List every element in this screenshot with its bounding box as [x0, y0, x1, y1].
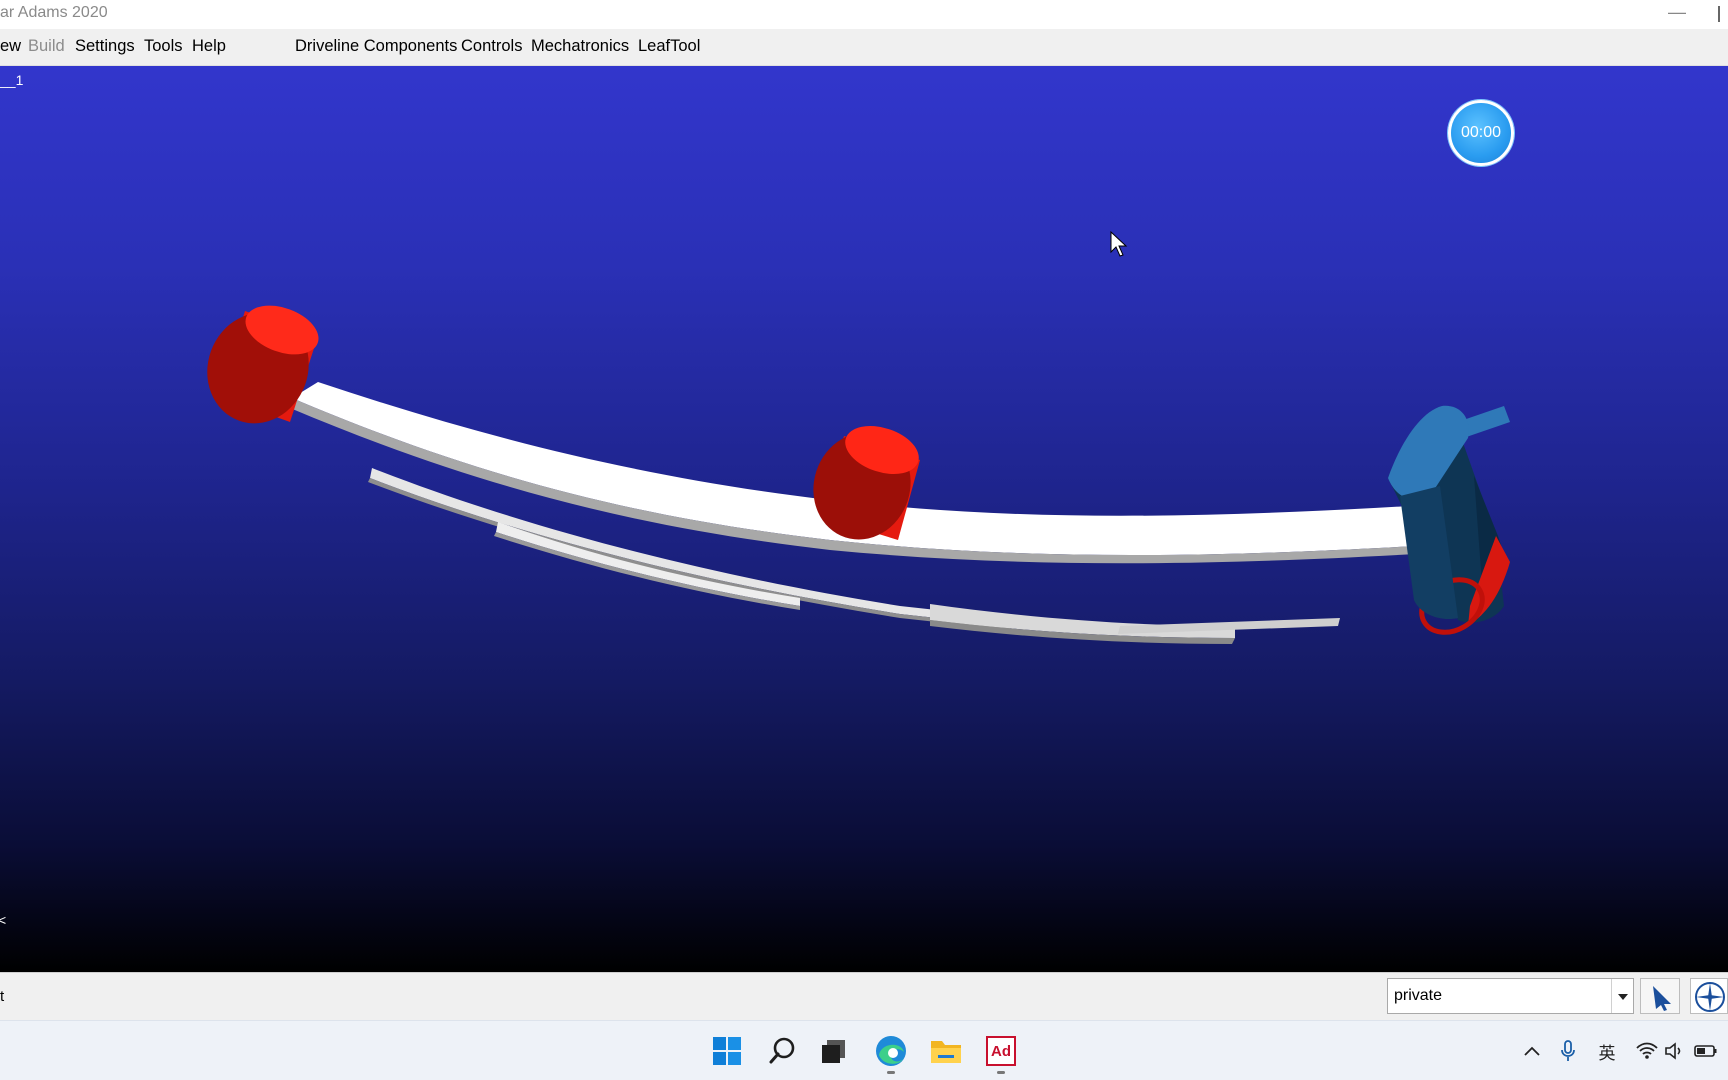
task-view-icon[interactable] — [815, 1032, 853, 1070]
microphone-icon[interactable] — [1556, 1038, 1580, 1064]
adams-app-label: Ad — [991, 1042, 1011, 1060]
menu-settings[interactable]: Settings — [75, 37, 135, 56]
database-dropdown-value: private — [1394, 987, 1443, 1004]
minimize-button[interactable]: — — [1664, 2, 1690, 26]
menu-controls[interactable]: Controls — [461, 37, 522, 56]
battery-icon[interactable] — [1692, 1038, 1720, 1064]
menu-driveline-components[interactable]: Driveline Components — [295, 37, 457, 56]
recording-timer-badge[interactable]: 00:00 — [1448, 100, 1514, 166]
chevron-down-icon[interactable] — [1611, 979, 1633, 1013]
windows-taskbar: Ad 英 — [0, 1020, 1728, 1080]
compass-icon — [1695, 982, 1725, 1012]
front-bushing[interactable] — [192, 296, 325, 437]
adams-app-icon[interactable]: Ad — [982, 1032, 1020, 1074]
status-message: t — [0, 988, 5, 1005]
menu-bar: ew Build Settings Tools Help Driveline C… — [0, 29, 1728, 66]
database-dropdown[interactable]: private — [1387, 978, 1634, 1014]
mouse-cursor — [1110, 230, 1128, 257]
wifi-icon[interactable] — [1634, 1038, 1660, 1064]
file-explorer-icon[interactable] — [927, 1032, 965, 1070]
rear-shackle[interactable] — [1388, 405, 1510, 643]
chevron-up-icon[interactable] — [1520, 1038, 1544, 1064]
view-orientation-button[interactable] — [1690, 978, 1728, 1014]
status-bar: t private — [0, 972, 1728, 1020]
menu-build[interactable]: Build — [28, 37, 65, 56]
ime-indicator[interactable]: 英 — [1594, 1038, 1620, 1064]
maximize-button[interactable] — [1718, 6, 1728, 22]
window-title: ar Adams 2020 — [0, 4, 108, 21]
windows-start-icon[interactable] — [708, 1032, 746, 1070]
edge-browser-icon[interactable] — [872, 1032, 910, 1074]
menu-mechatronics[interactable]: Mechatronics — [531, 37, 629, 56]
volume-icon[interactable] — [1662, 1038, 1686, 1064]
select-tool-button[interactable] — [1640, 978, 1680, 1014]
select-arrow-icon — [1653, 986, 1671, 1011]
menu-help[interactable]: Help — [192, 37, 226, 56]
menu-leaftool[interactable]: LeafTool — [638, 37, 700, 56]
graphics-viewport[interactable]: __1 < 00:00 — [0, 66, 1728, 972]
menu-tools[interactable]: Tools — [144, 37, 183, 56]
title-bar: ar Adams 2020 — — [0, 0, 1728, 29]
leaf-spring-model[interactable] — [0, 66, 1728, 972]
search-icon[interactable] — [763, 1032, 801, 1070]
menu-view[interactable]: ew — [0, 37, 21, 56]
